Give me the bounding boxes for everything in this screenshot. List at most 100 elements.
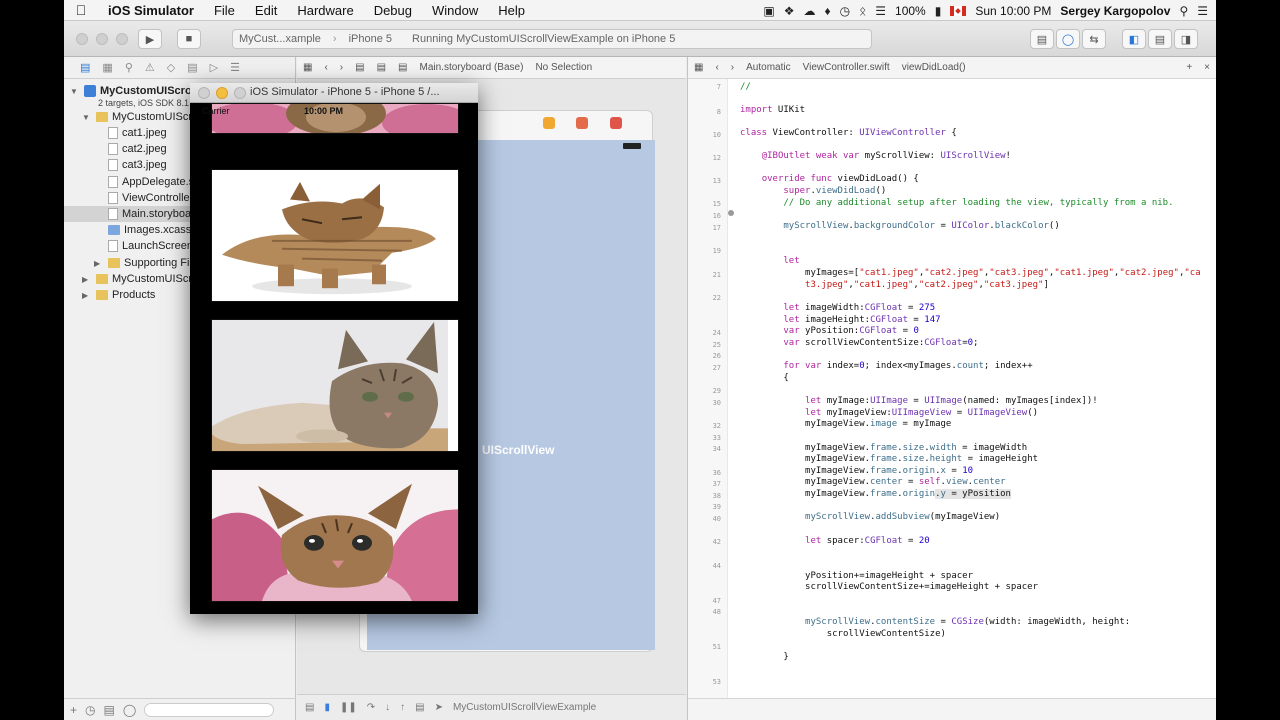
menu-help[interactable]: Help <box>488 3 535 18</box>
editor-breadcrumb-file[interactable]: ViewController.swift <box>797 62 896 73</box>
toggle-navigator-button[interactable]: ◧ <box>1122 29 1146 49</box>
menu-debug[interactable]: Debug <box>364 3 422 18</box>
close-editor-icon[interactable]: × <box>1198 62 1216 73</box>
outlet-connection-indicator-icon[interactable] <box>728 210 734 216</box>
recent-files-icon[interactable]: ◷ <box>85 703 95 717</box>
disclosure-closed-icon[interactable]: ▶ <box>82 275 92 284</box>
scheme-target[interactable]: MyCust...xample <box>233 33 327 45</box>
breakpoint-navigator-tab-icon[interactable]: ▷ <box>210 61 218 74</box>
menu-clock[interactable]: Sun 10:00 PM <box>975 4 1051 18</box>
tree-item-label: cat3.jpeg <box>122 159 167 171</box>
tree-file-row[interactable]: cat3.jpeg <box>108 157 167 173</box>
folder-crumb-icon[interactable]: ▤ <box>392 62 413 73</box>
notification-center-icon[interactable]: ☰ <box>1197 4 1208 18</box>
toggle-utilities-button[interactable]: ◨ <box>1174 29 1198 49</box>
battery-percent[interactable]: 100% <box>895 4 926 18</box>
wifi-icon[interactable]: ☰ <box>875 4 886 18</box>
status-bar-battery-icon <box>623 143 641 149</box>
tree-group-row[interactable]: ▶ Products <box>82 287 155 303</box>
first-responder-icon[interactable] <box>576 117 588 129</box>
run-button[interactable]: ▶ <box>138 29 162 49</box>
notification-icon[interactable]: ♦ <box>824 4 830 18</box>
report-navigator-tab-icon[interactable]: ☰ <box>230 61 240 74</box>
editor-breadcrumb-mode[interactable]: Automatic <box>740 62 796 73</box>
forward-arrow-icon[interactable]: › <box>334 62 349 73</box>
source-control-filter-icon[interactable]: ▤ <box>104 703 115 717</box>
disclosure-closed-icon[interactable]: ▶ <box>82 291 92 300</box>
tree-group-row[interactable]: ▶ Supporting Files <box>94 255 204 271</box>
cat-image-2 <box>211 319 459 452</box>
window-zoom-button[interactable] <box>116 33 128 45</box>
step-out-icon[interactable]: ↑ <box>400 702 405 713</box>
stop-button[interactable]: ■ <box>177 29 201 49</box>
add-file-icon[interactable]: + <box>70 703 77 717</box>
back-arrow-icon[interactable]: ‹ <box>709 62 724 73</box>
symbol-navigator-tab-icon[interactable]: ▦ <box>102 61 112 74</box>
breakpoints-toggle-icon[interactable]: ▮ <box>324 702 330 713</box>
toggle-debug-area-button[interactable]: ▤ <box>1148 29 1172 49</box>
standard-editor-button[interactable]: ▤ <box>1030 29 1054 49</box>
folder-icon <box>96 112 108 122</box>
back-arrow-icon[interactable]: ‹ <box>318 62 333 73</box>
cat-image-1-graphic <box>212 170 458 301</box>
ios-simulator-window[interactable]: iOS Simulator - iPhone 5 - iPhone 5 /...… <box>190 83 478 614</box>
bluetooth-icon[interactable]: ᛟ <box>859 4 866 18</box>
editor-breadcrumb-symbol[interactable]: viewDidLoad() <box>896 62 972 73</box>
menu-app-name[interactable]: iOS Simulator <box>98 3 204 18</box>
debug-target-label[interactable]: MyCustomUIScrollViewExample <box>453 702 596 713</box>
debug-navigator-tab-icon[interactable]: ▤ <box>187 61 197 74</box>
pause-icon[interactable]: ❚❚ <box>340 702 357 713</box>
sim-zoom-button[interactable] <box>234 87 246 99</box>
simulator-title-bar[interactable]: iOS Simulator - iPhone 5 - iPhone 5 /... <box>190 83 478 103</box>
step-over-icon[interactable]: ↷ <box>367 702 375 713</box>
battery-icon[interactable]: ▮ <box>935 4 942 18</box>
time-machine-icon[interactable]: ◷ <box>840 4 850 18</box>
location-icon[interactable]: ➤ <box>435 702 443 713</box>
window-close-button[interactable] <box>76 33 88 45</box>
filter-icon[interactable]: ◯ <box>123 703 136 717</box>
find-navigator-tab-icon[interactable]: ⚲ <box>125 61 133 74</box>
sim-close-button[interactable] <box>198 87 210 99</box>
camera-icon[interactable]: ▣ <box>763 4 774 18</box>
swift-file-icon <box>108 176 118 188</box>
disclosure-closed-icon[interactable]: ▶ <box>94 259 104 268</box>
input-source-flag-icon[interactable] <box>950 5 967 16</box>
simulator-screen[interactable]: Carrier 10:00 PM <box>192 103 476 612</box>
test-navigator-tab-icon[interactable]: ◇ <box>167 61 175 74</box>
related-items-icon[interactable]: ▦ <box>297 62 318 73</box>
menu-file[interactable]: File <box>204 3 245 18</box>
sim-minimize-button[interactable] <box>216 87 228 99</box>
add-editor-icon[interactable]: + <box>1180 62 1198 73</box>
related-items-icon[interactable]: ▦ <box>688 62 709 73</box>
version-editor-button[interactable]: ⇆ <box>1082 29 1106 49</box>
folder-crumb-icon[interactable]: ▤ <box>371 62 392 73</box>
menu-user[interactable]: Sergey Kargopolov <box>1060 4 1170 18</box>
dropbox-icon[interactable]: ❖ <box>784 4 795 18</box>
menu-hardware[interactable]: Hardware <box>287 3 363 18</box>
project-navigator-tab-icon[interactable]: ▤ <box>80 61 90 74</box>
tree-file-row[interactable]: cat2.jpeg <box>108 141 167 157</box>
canvas-breadcrumb-file[interactable]: Main.storyboard (Base) <box>414 62 530 73</box>
apple-menu-icon[interactable]:  <box>64 2 98 18</box>
code-text[interactable]: // import UIKit class ViewController: UI… <box>740 79 1216 698</box>
exit-icon[interactable] <box>610 117 622 129</box>
navigator-filter-field[interactable] <box>144 702 275 717</box>
disclosure-open-icon[interactable]: ▼ <box>70 87 80 96</box>
tree-file-row[interactable]: cat1.jpeg <box>108 125 167 141</box>
forward-arrow-icon[interactable]: › <box>725 62 740 73</box>
disclosure-open-icon[interactable]: ▼ <box>82 113 92 122</box>
scheme-status-bar[interactable]: MyCust...xample › iPhone 5 Running MyCus… <box>232 29 872 49</box>
cloud-icon[interactable]: ☁ <box>803 4 815 18</box>
scheme-device[interactable]: iPhone 5 <box>343 33 398 45</box>
step-in-icon[interactable]: ↓ <box>385 702 390 713</box>
window-minimize-button[interactable] <box>96 33 108 45</box>
issue-navigator-tab-icon[interactable]: ⚠ <box>145 61 155 74</box>
assistant-editor-button[interactable]: ◯ <box>1056 29 1080 49</box>
menu-edit[interactable]: Edit <box>245 3 287 18</box>
view-debugger-icon[interactable]: ▤ <box>415 702 424 713</box>
menu-window[interactable]: Window <box>422 3 488 18</box>
view-controller-icon[interactable] <box>543 117 555 129</box>
canvas-breadcrumb-selection[interactable]: No Selection <box>529 62 598 73</box>
hide-debug-area-icon[interactable]: ▤ <box>305 702 314 713</box>
spotlight-search-icon[interactable]: ⚲ <box>1179 4 1188 18</box>
